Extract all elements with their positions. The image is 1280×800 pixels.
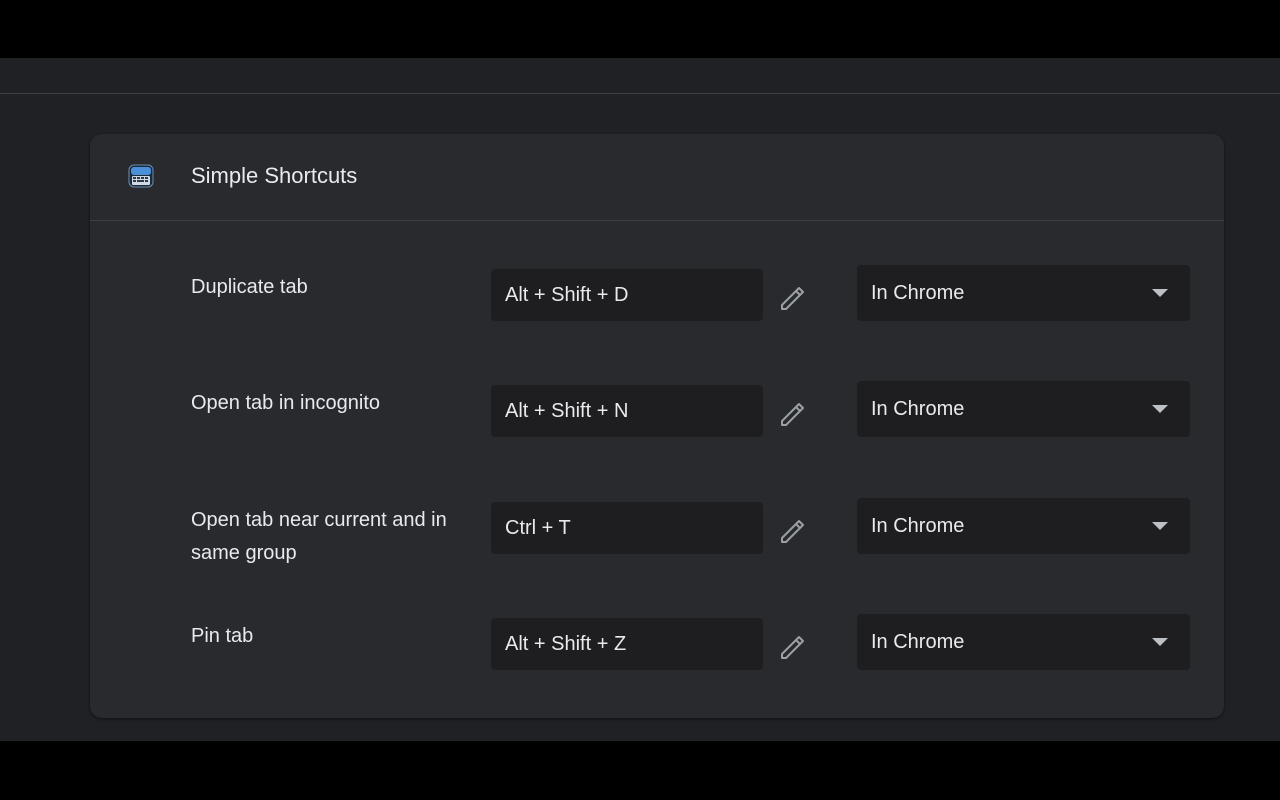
shortcut-input[interactable]: Alt + Shift + N — [491, 385, 763, 437]
edit-pencil-icon[interactable] — [776, 514, 808, 546]
shortcut-input[interactable]: Ctrl + T — [491, 502, 763, 554]
dropdown-arrow-icon — [1152, 289, 1168, 297]
scope-value: In Chrome — [871, 631, 965, 653]
edit-pencil-icon[interactable] — [776, 397, 808, 429]
shortcut-label: Open tab near current and in same group — [191, 509, 447, 564]
scope-value: In Chrome — [871, 398, 965, 420]
shortcut-label: Open tab in incognito — [191, 392, 381, 414]
edit-pencil-icon[interactable] — [776, 630, 808, 662]
shortcut-input[interactable]: Alt + Shift + Z — [491, 618, 763, 670]
scope-dropdown[interactable]: In Chrome — [857, 265, 1190, 321]
edit-pencil-icon[interactable] — [776, 281, 808, 313]
toolbar-divider — [0, 93, 1280, 94]
dropdown-arrow-icon — [1152, 638, 1168, 646]
keyboard-icon — [128, 163, 154, 189]
shortcut-row-open-tab-near-current: Open tab near current and in same group … — [90, 493, 1224, 573]
dropdown-arrow-icon — [1152, 522, 1168, 530]
shortcut-input[interactable]: Alt + Shift + D — [491, 269, 763, 321]
dropdown-arrow-icon — [1152, 405, 1168, 413]
shortcut-label: Duplicate tab — [191, 276, 308, 298]
shortcut-label: Pin tab — [191, 625, 254, 647]
scope-dropdown[interactable]: In Chrome — [857, 498, 1190, 554]
scope-value: In Chrome — [871, 515, 965, 537]
scope-dropdown[interactable]: In Chrome — [857, 381, 1190, 437]
shortcuts-page: Simple Shortcuts Duplicate tab Alt + Shi… — [0, 58, 1280, 741]
shortcut-row-duplicate-tab: Duplicate tab Alt + Shift + D In Chrome — [90, 260, 1224, 340]
shortcut-row-open-incognito: Open tab in incognito Alt + Shift + N In… — [90, 376, 1224, 456]
scope-value: In Chrome — [871, 282, 965, 304]
scope-dropdown[interactable]: In Chrome — [857, 614, 1190, 670]
extension-shortcuts-card: Simple Shortcuts Duplicate tab Alt + Shi… — [90, 134, 1224, 718]
extension-title: Simple Shortcuts — [191, 163, 358, 188]
shortcut-row-pin-tab: Pin tab Alt + Shift + Z In Chrome — [90, 609, 1224, 689]
card-header: Simple Shortcuts — [90, 134, 1224, 221]
